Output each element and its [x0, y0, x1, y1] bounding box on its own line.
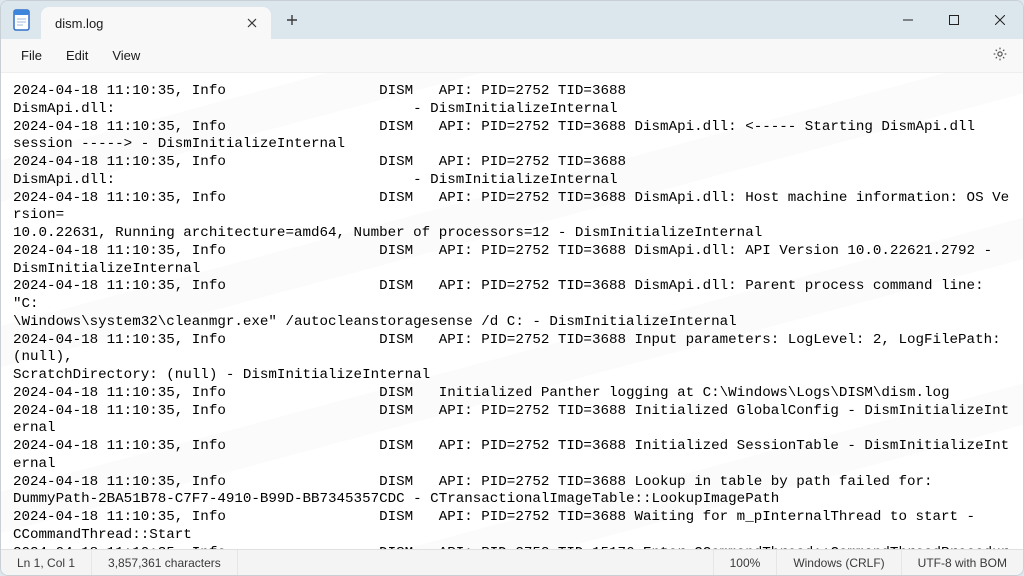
status-cursor[interactable]: Ln 1, Col 1: [1, 550, 92, 575]
status-line-ending[interactable]: Windows (CRLF): [777, 550, 901, 575]
new-tab-button[interactable]: [277, 5, 307, 35]
menu-file[interactable]: File: [9, 42, 54, 69]
menu-edit[interactable]: Edit: [54, 42, 100, 69]
status-encoding[interactable]: UTF-8 with BOM: [902, 550, 1023, 575]
document-tab[interactable]: dism.log: [41, 7, 271, 39]
statusbar: Ln 1, Col 1 3,857,361 characters 100% Wi…: [1, 549, 1023, 575]
close-tab-icon[interactable]: [243, 14, 261, 32]
status-spacer: [238, 550, 714, 575]
minimize-button[interactable]: [885, 1, 931, 39]
status-zoom[interactable]: 100%: [714, 550, 778, 575]
menu-view[interactable]: View: [100, 42, 152, 69]
notepad-window: dism.log File Edit View: [0, 0, 1024, 576]
settings-button[interactable]: [985, 41, 1015, 71]
close-window-button[interactable]: [977, 1, 1023, 39]
status-characters[interactable]: 3,857,361 characters: [92, 550, 238, 575]
maximize-button[interactable]: [931, 1, 977, 39]
gear-icon: [992, 46, 1008, 65]
notepad-app-icon: [7, 5, 37, 35]
text-editor[interactable]: 2024-04-18 11:10:35, Info DISM API: PID=…: [1, 73, 1023, 549]
tab-title: dism.log: [55, 16, 235, 31]
titlebar: dism.log: [1, 1, 1023, 39]
menubar: File Edit View: [1, 39, 1023, 73]
